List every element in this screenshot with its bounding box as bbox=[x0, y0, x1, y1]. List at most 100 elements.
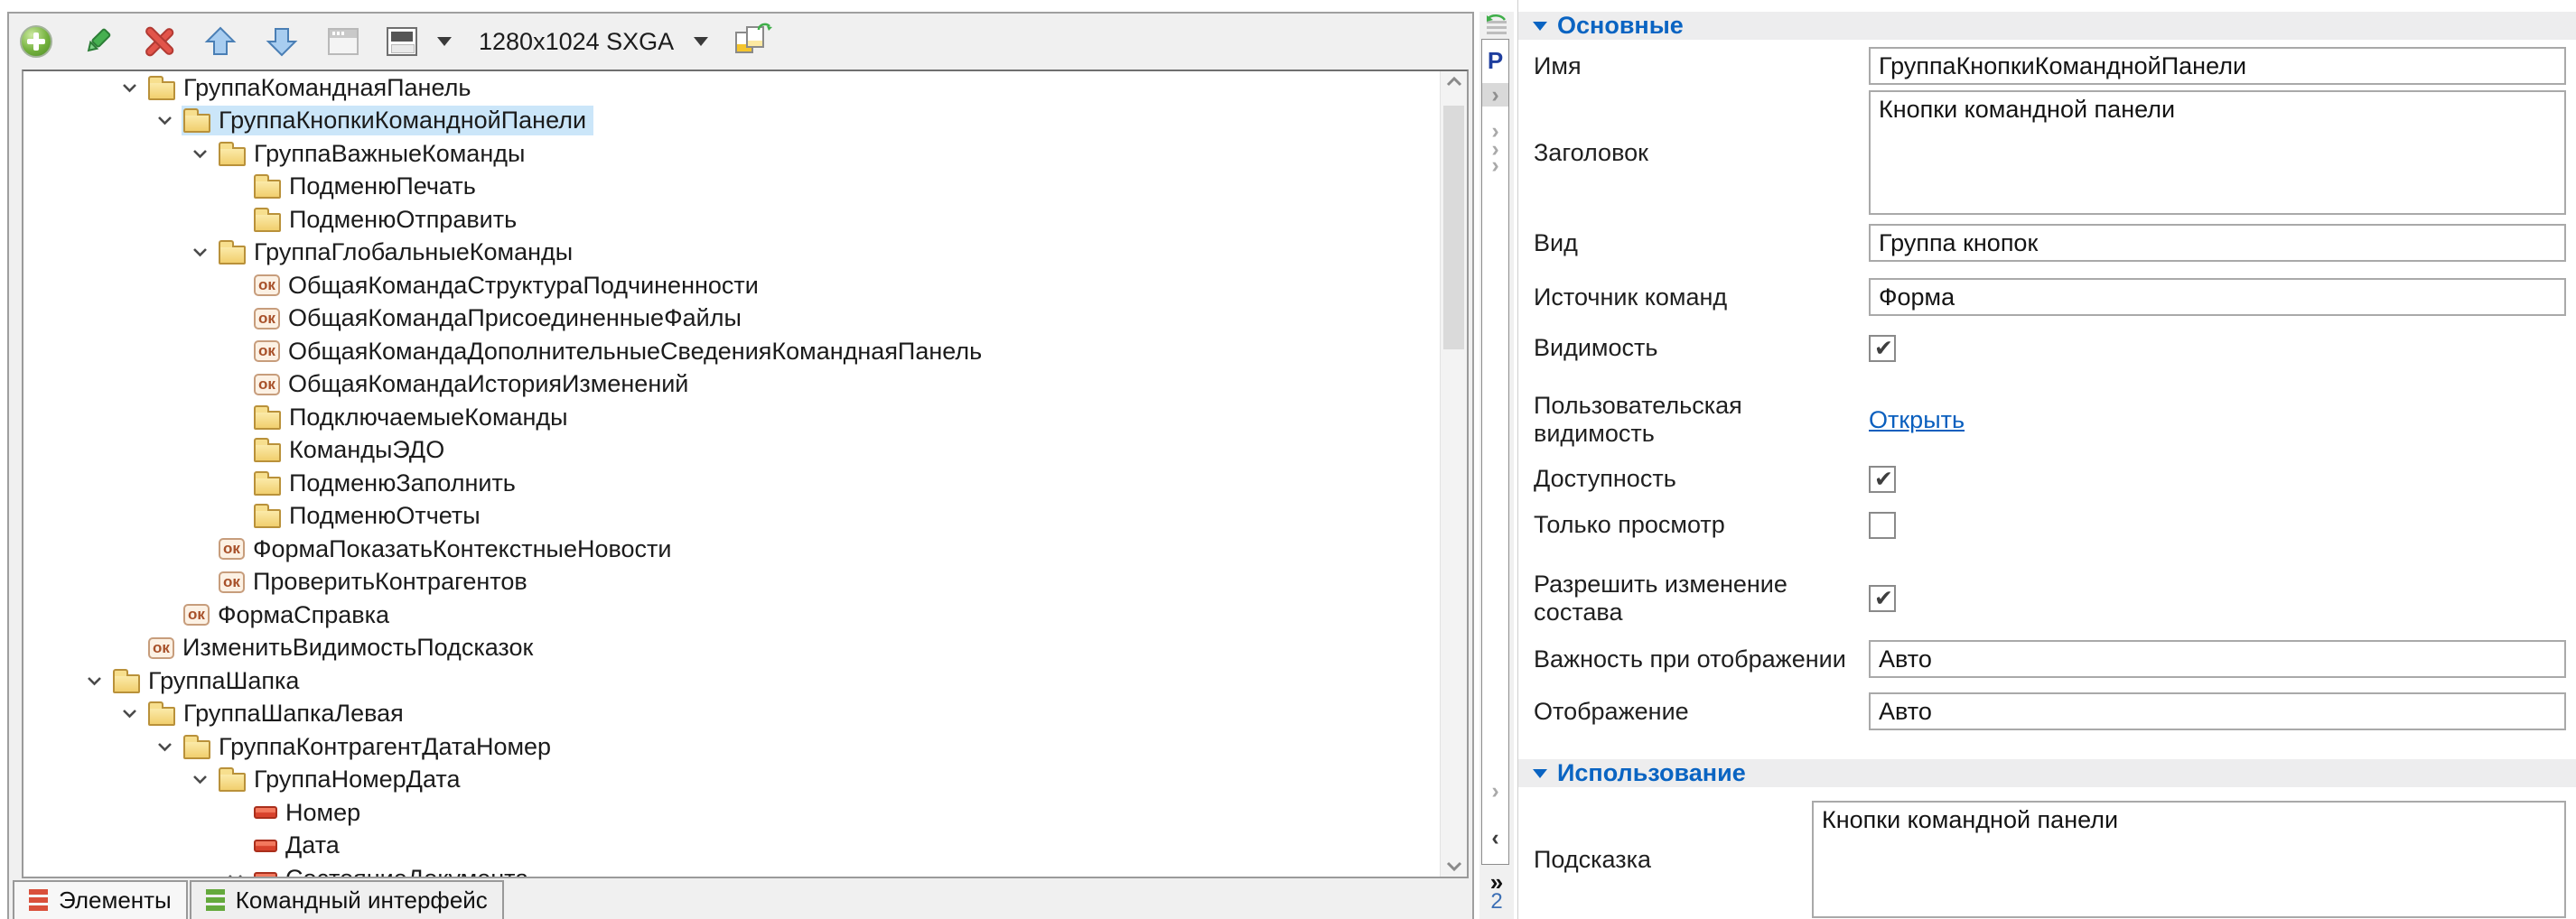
property-input[interactable]: Авто bbox=[1869, 692, 2566, 730]
expander-chevron-icon[interactable] bbox=[192, 149, 217, 159]
tree-item[interactable]: КомандыЭДО bbox=[23, 434, 1440, 468]
expander-chevron-icon[interactable] bbox=[122, 83, 146, 93]
open-link[interactable]: Открыть bbox=[1869, 406, 1965, 434]
property-label: Вид bbox=[1534, 228, 1578, 256]
tree-item-body: ПодключаемыеКоманды bbox=[252, 403, 575, 432]
tree-item[interactable]: ГруппаГлобальныеКоманды bbox=[23, 237, 1440, 270]
property-checkbox[interactable] bbox=[1869, 511, 1896, 539]
tree-item-label: ГруппаКоманднаяПанель bbox=[183, 73, 471, 101]
expander-chevron-icon[interactable] bbox=[192, 247, 217, 257]
tree-item-label: ПодключаемыеКоманды bbox=[289, 403, 568, 431]
command-ok-icon: ок bbox=[219, 571, 245, 593]
folder-icon bbox=[254, 470, 281, 496]
tree-item[interactable]: ПодменюПечать bbox=[23, 171, 1440, 204]
strip-overflow[interactable]: » 2 bbox=[1479, 870, 1514, 913]
tree-item-body: ок ПроверитьКонтрагентов bbox=[217, 567, 535, 597]
folder-icon bbox=[254, 174, 281, 200]
scroll-down-icon[interactable] bbox=[1441, 860, 1467, 871]
bottom-tabs: Элементы Командный интерфейс bbox=[9, 880, 1472, 919]
property-textarea[interactable]: Кнопки командной панели bbox=[1812, 801, 2566, 918]
expander-chevron-icon[interactable] bbox=[122, 709, 146, 719]
arrow-down-icon bbox=[266, 28, 298, 57]
property-checkbox[interactable] bbox=[1869, 465, 1896, 493]
expander-chevron-icon[interactable] bbox=[192, 775, 217, 784]
restore-panel-icon[interactable] bbox=[1483, 14, 1510, 37]
property-input[interactable]: Авто bbox=[1869, 640, 2566, 678]
tree-item[interactable]: ГруппаКнопкиКоманднойПанели bbox=[23, 105, 1440, 138]
tree-item[interactable]: ГруппаКоманднаяПанель bbox=[23, 71, 1440, 105]
expander-chevron-icon[interactable] bbox=[228, 874, 252, 877]
folder-icon bbox=[254, 404, 281, 430]
tree-item[interactable]: ок ОбщаяКомандаПрисоединенныеФайлы bbox=[23, 302, 1440, 336]
tree-item[interactable]: ок ОбщаяКомандаДополнительныеСведенияКома… bbox=[23, 335, 1440, 368]
property-input[interactable]: Группа кнопок bbox=[1869, 224, 2566, 262]
command-ok-icon: ок bbox=[254, 373, 280, 395]
tree-item[interactable]: ГруппаНомерДата bbox=[23, 764, 1440, 797]
tree-item[interactable]: ок ФормаСправка bbox=[23, 599, 1440, 632]
property-row: Важность при отображении Авто bbox=[1518, 640, 2576, 678]
tree-item[interactable]: Номер bbox=[23, 796, 1440, 830]
tree-item[interactable]: ок ПроверитьКонтрагентов bbox=[23, 566, 1440, 599]
move-down-button[interactable] bbox=[264, 23, 300, 60]
expander-chevron-icon[interactable] bbox=[157, 742, 182, 752]
tree-item[interactable]: ГруппаШапкаЛевая bbox=[23, 698, 1440, 731]
scroll-up-icon[interactable] bbox=[1441, 77, 1467, 88]
tree-item[interactable]: ГруппаКонтрагентДатаНомер bbox=[23, 730, 1440, 764]
orientation-toggle-button[interactable] bbox=[733, 23, 773, 60]
move-up-button[interactable] bbox=[202, 23, 238, 60]
tab-elements[interactable]: Элементы bbox=[13, 880, 188, 919]
add-button[interactable] bbox=[18, 23, 54, 60]
property-textarea[interactable]: Кнопки командной панели bbox=[1869, 90, 2566, 215]
command-ok-icon: ок bbox=[148, 636, 174, 659]
tree-item[interactable]: ПодменюЗаполнить bbox=[23, 467, 1440, 500]
resolution-label: 1280x1024 SXGA bbox=[479, 27, 675, 55]
tree-item[interactable]: ПодменюОтправить bbox=[23, 203, 1440, 237]
property-label: Видимость bbox=[1534, 334, 1658, 361]
form-properties-button[interactable] bbox=[325, 23, 361, 60]
command-interface-list-icon bbox=[205, 889, 225, 912]
expand-chevron-icon[interactable]: › bbox=[1482, 153, 1508, 177]
resolution-select[interactable]: 1280x1024 SXGA bbox=[477, 23, 709, 60]
expand-chevron-icon[interactable]: › bbox=[1482, 83, 1508, 107]
expander-chevron-icon[interactable] bbox=[87, 676, 111, 686]
edit-button[interactable] bbox=[79, 23, 116, 60]
tree-item[interactable]: ок ФормаПоказатьКонтекстныеНовости bbox=[23, 533, 1440, 566]
delete-button[interactable] bbox=[141, 23, 177, 60]
section-header[interactable]: Основные bbox=[1518, 12, 2576, 40]
collapsed-panel-strip: P › › › › › ‹ » 2 bbox=[1479, 12, 1514, 919]
preview-mode-button[interactable] bbox=[387, 23, 452, 60]
tree-item[interactable]: ПодменюОтчеты bbox=[23, 500, 1440, 534]
tree-item[interactable]: ГруппаВажныеКоманды bbox=[23, 137, 1440, 171]
property-input[interactable]: Форма bbox=[1869, 278, 2566, 316]
property-checkbox[interactable] bbox=[1869, 334, 1896, 362]
split-view-icon bbox=[387, 27, 417, 56]
expander-chevron-icon[interactable] bbox=[157, 116, 182, 125]
tree-item-body: ПодменюОтправить bbox=[252, 205, 524, 235]
expand-chevron-icon[interactable]: › bbox=[1482, 779, 1508, 803]
property-checkbox[interactable] bbox=[1869, 585, 1896, 612]
tree-scrollbar[interactable] bbox=[1440, 71, 1467, 877]
scrollbar-thumb[interactable] bbox=[1443, 106, 1464, 349]
tree-item-body: ок ОбщаяКомандаДополнительныеСведенияКома… bbox=[252, 337, 989, 367]
section-header[interactable]: Использование bbox=[1518, 759, 2576, 787]
tree-item-label: КомандыЭДО bbox=[289, 436, 445, 464]
property-label: Пользовательская видимость bbox=[1534, 392, 1742, 447]
tree-item-label: Номер bbox=[285, 798, 361, 826]
property-row: Вид Группа кнопок bbox=[1518, 224, 2576, 262]
property-label: Доступность bbox=[1534, 465, 1676, 492]
tree-item[interactable]: Дата bbox=[23, 830, 1440, 863]
property-row: Подсказка Кнопки командной панели bbox=[1518, 801, 2576, 918]
tree-item[interactable]: ок ИзменитьВидимостьПодсказок bbox=[23, 632, 1440, 665]
tree-item[interactable]: ПодключаемыеКоманды bbox=[23, 401, 1440, 434]
tree-item-body: ок ОбщаяКомандаИсторияИзменений bbox=[252, 369, 695, 399]
tree-item[interactable]: ок ОбщаяКомандаСтруктураПодчиненности bbox=[23, 269, 1440, 302]
property-input[interactable]: ГруппаКнопкиКоманднойПанели bbox=[1869, 47, 2566, 85]
tree-item[interactable]: ГруппаШапка bbox=[23, 664, 1440, 698]
collapsed-tab-letter[interactable]: P bbox=[1482, 47, 1508, 75]
tab-command-interface[interactable]: Командный интерфейс bbox=[189, 880, 504, 919]
collapse-chevron-icon[interactable]: ‹ bbox=[1482, 826, 1508, 849]
tree-item[interactable]: ок ОбщаяКомандаИсторияИзменений bbox=[23, 368, 1440, 402]
tree-item[interactable]: СостояниеДокумента bbox=[23, 862, 1440, 877]
tree-item-label: СостояниеДокумента bbox=[285, 865, 528, 877]
tree-item-label: ПодменюОтправить bbox=[289, 205, 518, 233]
